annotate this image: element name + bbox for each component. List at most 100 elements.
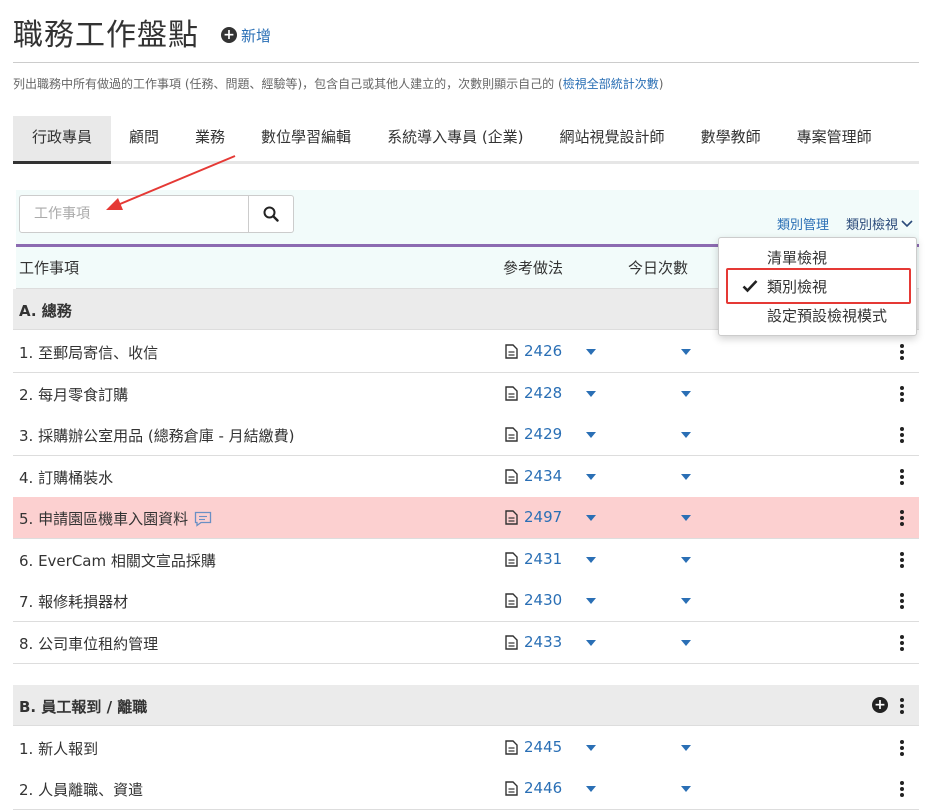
reference-link[interactable]: 2446 [505,779,562,797]
more-options-icon[interactable] [899,698,905,714]
plus-circle-icon: + [221,27,237,43]
today-count-caret-icon[interactable] [681,349,691,355]
more-options-icon[interactable] [899,740,905,756]
tab-7[interactable]: 專案管理師 [779,116,890,161]
row-name: 1. 新人報到 [19,740,99,758]
comment-icon[interactable] [194,511,212,527]
today-count-caret-icon[interactable] [681,786,691,792]
tab-2[interactable]: 業務 [177,116,243,161]
document-icon [505,739,518,755]
table-row[interactable]: 6. EverCam 相關文宣品採購 2431 [13,539,919,581]
row-name: 1. 至郵局寄信、收信 [19,344,159,362]
more-options-icon[interactable] [899,386,905,402]
today-count-caret-icon[interactable] [681,474,691,480]
today-count-caret-icon[interactable] [681,640,691,646]
category-manage-link[interactable]: 類別管理 [777,214,829,233]
table-row[interactable]: 2. 人員離職、資遣 2446 [13,768,919,810]
document-icon [505,634,518,650]
table-row-highlighted[interactable]: 5. 申請園區機車入園資料 2497 [13,497,919,539]
reference-link[interactable]: 2430 [505,591,562,609]
reference-link[interactable]: 2445 [505,738,562,756]
today-count-caret-icon[interactable] [681,598,691,604]
tab-6[interactable]: 數學教師 [683,116,779,161]
category-view-label: 類別檢視 [845,218,898,233]
reference-link[interactable]: 2433 [505,633,562,651]
more-options-icon[interactable] [899,510,905,526]
table-row[interactable]: 3. 採購辦公室用品 (總務倉庫 - 月結繳費) 2429 [13,414,919,456]
document-icon [505,468,518,484]
reference-caret-icon[interactable] [586,557,596,563]
search-input[interactable] [19,195,249,233]
reference-number: 2431 [524,550,563,568]
more-options-icon[interactable] [899,635,905,651]
reference-number: 2429 [524,425,563,443]
today-count-caret-icon[interactable] [681,745,691,751]
reference-number: 2433 [524,633,563,651]
column-header-today: 今日次數 [628,259,689,277]
table-row[interactable]: 1. 新人報到 2445 [13,727,919,769]
table-row[interactable]: 7. 報修耗損器材 2430 [13,580,919,622]
document-icon [505,509,518,525]
table-row[interactable]: 4. 訂購桶裝水 2434 [13,456,919,498]
reference-link[interactable]: 2429 [505,425,562,443]
reference-caret-icon[interactable] [586,432,596,438]
add-item-icon[interactable]: + [872,697,888,713]
more-options-icon[interactable] [899,427,905,443]
search-icon [263,206,279,222]
reference-link[interactable]: 2426 [505,342,562,360]
more-options-icon[interactable] [899,469,905,485]
document-icon [505,343,518,359]
table-row[interactable]: 2. 每月零食訂購 2428 [13,373,919,415]
chevron-down-icon [901,219,913,227]
reference-caret-icon[interactable] [586,349,596,355]
reference-caret-icon[interactable] [586,515,596,521]
reference-link[interactable]: 2431 [505,550,562,568]
today-count-caret-icon[interactable] [681,432,691,438]
table-row[interactable]: 8. 公司車位租約管理 2433 [13,622,919,664]
table-row[interactable]: 1. 至郵局寄信、收信 2426 [13,331,919,373]
menu-item-label: 類別檢視 [767,278,828,296]
reference-link[interactable]: 2428 [505,384,562,402]
title-row: 職務工作盤點 + 新增 [13,12,271,53]
reference-caret-icon[interactable] [586,745,596,751]
reference-caret-icon[interactable] [586,598,596,604]
reference-link[interactable]: 2497 [505,508,562,526]
tab-1[interactable]: 顧問 [111,116,177,161]
add-label: 新增 [241,26,272,45]
add-button[interactable]: + 新增 [221,25,271,46]
page-title: 職務工作盤點 [13,18,199,53]
today-count-caret-icon[interactable] [681,515,691,521]
view-mode-dropdown: 清單檢視 類別檢視 設定預設檢視模式 [718,237,917,336]
reference-number: 2430 [524,591,563,609]
menu-item-list-view[interactable]: 清單檢視 [719,243,916,271]
menu-item-label: 清單檢視 [767,249,828,267]
menu-item-default-view-setting[interactable]: 設定預設檢視模式 [719,301,916,329]
toolbar: 類別管理 類別檢視 [16,190,919,244]
tab-4[interactable]: 系統導入專員 (企業) [369,116,541,161]
view-all-stats-link[interactable]: 檢視全部統計次數 [563,77,659,91]
today-count-caret-icon[interactable] [681,557,691,563]
menu-item-label: 設定預設檢視模式 [767,307,888,325]
more-options-icon[interactable] [899,781,905,797]
tab-3[interactable]: 數位學習編輯 [243,116,369,161]
reference-caret-icon[interactable] [586,640,596,646]
search-button[interactable] [249,195,294,233]
document-icon [505,426,518,442]
tab-0[interactable]: 行政專員 [13,116,112,164]
tab-5[interactable]: 網站視覺設計師 [542,116,683,161]
more-options-icon[interactable] [899,593,905,609]
row-name: 3. 採購辦公室用品 (總務倉庫 - 月結繳費) [19,427,295,445]
category-view-toggle[interactable]: 類別檢視 [846,214,913,233]
reference-caret-icon[interactable] [586,474,596,480]
column-header-item: 工作事項 [19,259,80,277]
more-options-icon[interactable] [899,344,905,360]
more-options-icon[interactable] [899,552,905,568]
reference-number: 2426 [524,342,563,360]
today-count-caret-icon[interactable] [681,391,691,397]
group-label: B. 員工報到 / 離職 [19,698,148,716]
reference-caret-icon[interactable] [586,786,596,792]
reference-caret-icon[interactable] [586,391,596,397]
reference-link[interactable]: 2434 [505,467,562,485]
document-icon [505,592,518,608]
menu-item-category-view[interactable]: 類別檢視 [719,272,916,300]
